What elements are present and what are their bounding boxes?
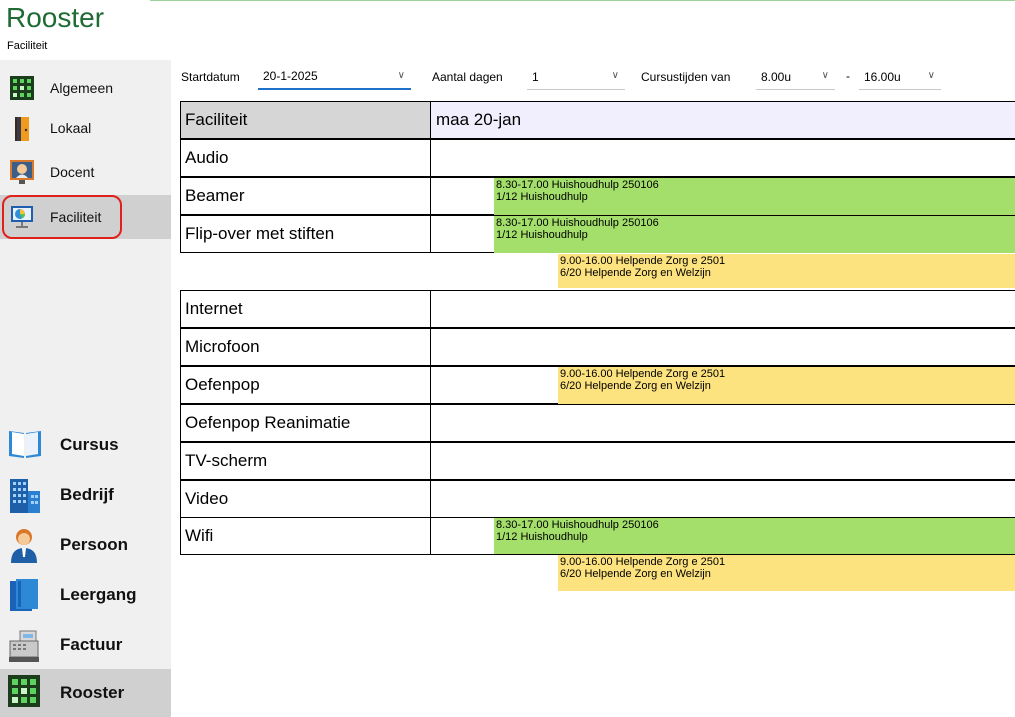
cursustijden-from-select[interactable]: 8.00u ∨: [756, 64, 835, 90]
booking-block[interactable]: 8.30-17.00 Huishoudhulp 250106 1/12 Huis…: [494, 178, 1015, 215]
grid-icon: [10, 76, 34, 100]
booking-subtitle: 6/20 Helpende Zorg en Welzijn: [560, 267, 711, 279]
module-factuur[interactable]: Factuur: [0, 621, 171, 669]
column-header-faciliteit: Faciliteit: [180, 101, 431, 139]
booking-title: 8.30-17.00 Huishoudhulp 250106: [496, 179, 659, 191]
facility-name: Internet: [180, 290, 431, 328]
cursustijden-to-value: 16.00u: [864, 69, 901, 84]
teacher-icon: [10, 160, 34, 184]
chevron-down-icon[interactable]: ∨: [928, 70, 935, 81]
facility-name: Beamer: [180, 177, 431, 215]
sidebar-item-lokaal[interactable]: Lokaal: [0, 109, 171, 147]
booking-title: 9.00-16.00 Helpende Zorg e 2501: [560, 368, 726, 380]
cursustijden-from-value: 8.00u: [761, 69, 792, 84]
booking-subtitle: 1/12 Huishoudhulp: [496, 531, 588, 543]
day-cell[interactable]: [430, 442, 1015, 480]
building-icon: [8, 477, 40, 513]
module-label: Persoon: [60, 535, 129, 554]
facility-name: Oefenpop: [180, 366, 431, 404]
table-row[interactable]: Internet: [180, 290, 1015, 328]
table-row[interactable]: Oefenpop Reanimatie: [180, 404, 1015, 442]
module-label: Rooster: [60, 683, 125, 702]
module-label: Bedrijf: [60, 485, 114, 504]
day-cell[interactable]: [430, 290, 1015, 328]
booking-block[interactable]: 9.00-16.00 Helpende Zorg e 2501 6/20 Hel…: [558, 555, 1015, 591]
presentation-icon: [10, 205, 34, 229]
sidebar-item-algemeen[interactable]: Algemeen: [0, 69, 171, 107]
sidebar-item-label: Docent: [50, 164, 95, 180]
cursustijden-label: Cursustijden van: [641, 70, 731, 84]
module-bedrijf[interactable]: Bedrijf: [0, 471, 171, 519]
aantal-dagen-select[interactable]: 1 ∨: [527, 64, 625, 90]
booking-block[interactable]: 9.00-16.00 Helpende Zorg e 2501 6/20 Hel…: [558, 254, 1015, 288]
chevron-down-icon[interactable]: ∨: [822, 70, 829, 81]
sidebar-item-label: Faciliteit: [50, 209, 102, 225]
module-label: Cursus: [60, 435, 119, 454]
person-icon: [8, 527, 40, 563]
sidebar-item-label: Lokaal: [50, 120, 92, 136]
startdatum-input[interactable]: 20-1-2025 ∨: [258, 64, 411, 90]
booking-subtitle: 6/20 Helpende Zorg en Welzijn: [560, 380, 711, 392]
sidebar-item-docent[interactable]: Docent: [0, 153, 171, 191]
table-row[interactable]: Microfoon: [180, 328, 1015, 366]
table-row[interactable]: Audio: [180, 139, 1015, 177]
booking-subtitle: 6/20 Helpende Zorg en Welzijn: [560, 568, 711, 580]
module-label: Factuur: [60, 635, 123, 654]
booking-block[interactable]: 9.00-16.00 Helpende Zorg e 2501 6/20 Hel…: [558, 367, 1015, 404]
column-header-day: maa 20-jan: [430, 101, 1015, 139]
table-row[interactable]: TV-scherm: [180, 442, 1015, 480]
page-subtitle: Faciliteit: [7, 40, 48, 52]
day-cell[interactable]: [430, 328, 1015, 366]
booking-title: 9.00-16.00 Helpende Zorg e 2501: [560, 255, 726, 267]
day-cell[interactable]: [430, 139, 1015, 177]
aantal-dagen-label: Aantal dagen: [432, 70, 503, 84]
booking-block[interactable]: 8.30-17.00 Huishoudhulp 250106 1/12 Huis…: [494, 216, 1015, 253]
aantal-dagen-value: 1: [532, 69, 539, 84]
booking-block[interactable]: 8.30-17.00 Huishoudhulp 250106 1/12 Huis…: [494, 518, 1015, 554]
day-cell[interactable]: [430, 480, 1015, 518]
booking-title: 8.30-17.00 Huishoudhulp 250106: [496, 519, 659, 531]
binder-icon: [8, 577, 40, 613]
startdatum-label: Startdatum: [181, 70, 240, 84]
module-leergang[interactable]: Leergang: [0, 571, 171, 619]
module-label: Leergang: [60, 585, 137, 604]
time-separator: -: [846, 69, 850, 83]
cursustijden-to-select[interactable]: 16.00u ∨: [859, 64, 941, 90]
booking-subtitle: 1/12 Huishoudhulp: [496, 229, 588, 241]
booking-subtitle: 1/12 Huishoudhulp: [496, 191, 588, 203]
facility-name: Wifi: [180, 517, 431, 555]
module-rooster[interactable]: Rooster: [0, 669, 171, 717]
booking-title: 9.00-16.00 Helpende Zorg e 2501: [560, 556, 726, 568]
startdatum-value: 20-1-2025: [263, 69, 318, 83]
facility-name: Oefenpop Reanimatie: [180, 404, 431, 442]
chevron-down-icon[interactable]: ∨: [398, 70, 405, 81]
grid-icon: [8, 675, 40, 711]
grid-header-row: Faciliteit maa 20-jan: [180, 101, 1015, 139]
book-icon: [8, 427, 41, 463]
top-border: [150, 0, 1015, 1]
sidebar-item-faciliteit[interactable]: Faciliteit: [0, 195, 171, 239]
page-title: Rooster: [6, 2, 105, 33]
facility-name: Microfoon: [180, 328, 431, 366]
facility-name: Video: [180, 480, 431, 518]
facility-name: Audio: [180, 139, 431, 177]
facility-name: TV-scherm: [180, 442, 431, 480]
module-persoon[interactable]: Persoon: [0, 521, 171, 569]
module-cursus[interactable]: Cursus: [0, 421, 171, 469]
door-icon: [10, 116, 34, 141]
schedule-grid: Faciliteit maa 20-jan Audio Beamer Flip-…: [180, 101, 1015, 591]
chevron-down-icon[interactable]: ∨: [612, 70, 619, 81]
table-row[interactable]: Video: [180, 480, 1015, 518]
cash-register-icon: [8, 627, 40, 663]
booking-title: 8.30-17.00 Huishoudhulp 250106: [496, 217, 659, 229]
sidebar-item-label: Algemeen: [50, 80, 114, 96]
facility-name: Flip-over met stiften: [180, 215, 431, 253]
day-cell[interactable]: [430, 404, 1015, 442]
